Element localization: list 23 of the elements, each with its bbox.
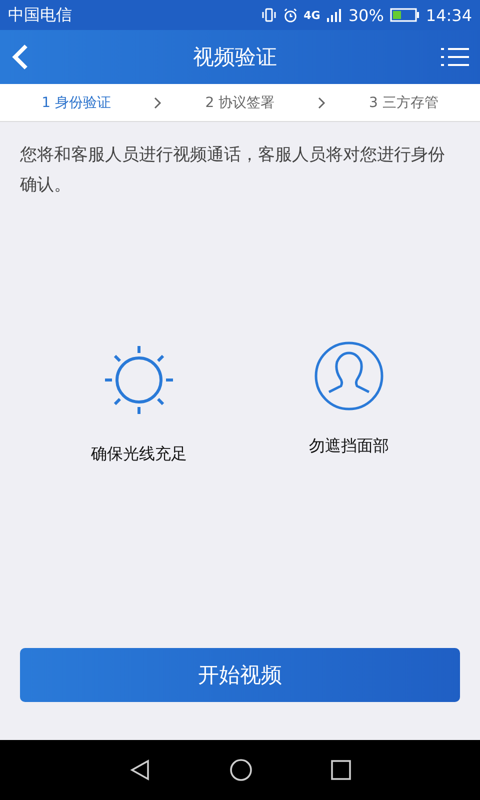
home-icon[interactable] — [228, 758, 253, 782]
chevron-right-icon — [318, 96, 326, 108]
signal-icon — [326, 8, 342, 22]
start-video-button[interactable]: 开始视频 — [20, 648, 460, 702]
battery-icon — [390, 8, 420, 22]
network-label: 4G — [304, 8, 320, 22]
back-icon[interactable] — [10, 43, 30, 71]
tip-label: 勿遮挡面部 — [309, 436, 389, 457]
menu-icon[interactable] — [440, 47, 470, 67]
carrier-name: 中国电信 — [8, 4, 72, 26]
clock-time: 14:34 — [426, 6, 472, 24]
step-tab[interactable]: 2 协议签署 — [205, 94, 275, 112]
vibrate-icon — [260, 8, 277, 22]
user-avatar-icon — [313, 340, 385, 412]
recents-icon[interactable] — [330, 759, 352, 781]
battery-percent: 30% — [348, 6, 384, 24]
intro-text: 您将和客服人员进行视频通话，客服人员将对您进行身份确认。 — [20, 144, 446, 197]
tip-label: 确保光线充足 — [91, 444, 187, 465]
chevron-right-icon — [154, 96, 162, 108]
page-title: 视频验证 — [193, 44, 277, 71]
step-tab[interactable]: 3 三方存管 — [368, 94, 438, 112]
alarm-icon — [282, 8, 298, 22]
step-tab[interactable]: 1 身份验证 — [42, 94, 111, 112]
